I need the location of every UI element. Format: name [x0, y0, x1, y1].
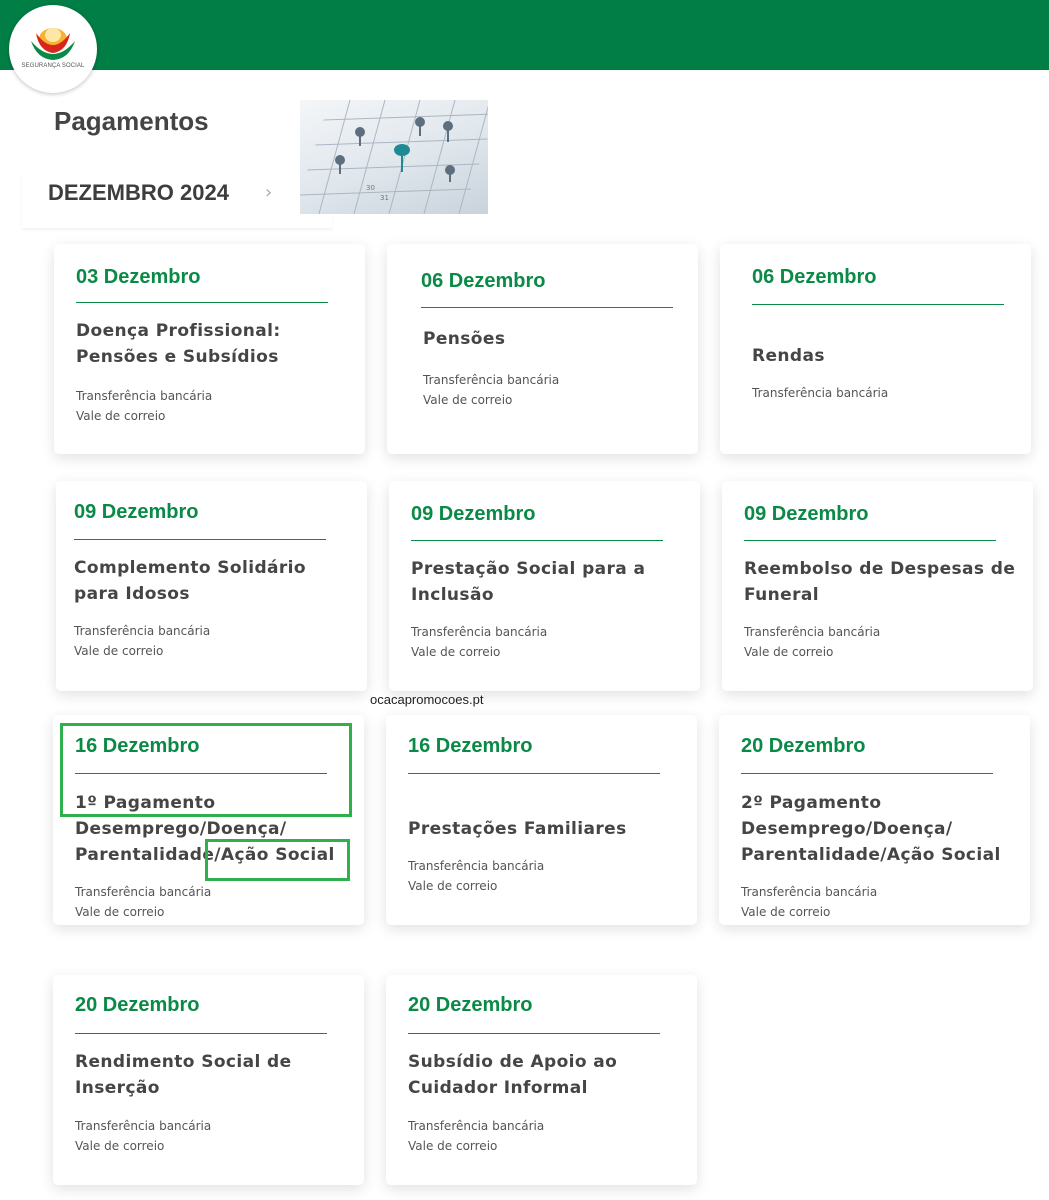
logo-emblem-icon	[31, 28, 75, 60]
payment-card[interactable]: 20 Dezembro 2º Pagamento Desemprego/Doen…	[719, 715, 1030, 925]
card-title: Pensões	[423, 329, 506, 349]
payment-method: Transferência bancária	[76, 389, 213, 403]
seguranca-social-logo[interactable]: SEGURANÇA SOCIAL	[9, 5, 97, 93]
card-title: Doença Profissional: Pensões e Subsídios	[76, 321, 281, 367]
card-divider	[76, 302, 328, 303]
card-title: 2º Pagamento Desemprego/Doença/ Parental…	[741, 793, 1001, 865]
calendar-pins-image: 30 31	[300, 100, 488, 214]
card-date: 03 Dezembro	[76, 266, 201, 288]
payment-card[interactable]: 06 Dezembro Pensões Transferência bancár…	[387, 244, 698, 454]
payment-method: Vale de correio	[423, 393, 513, 407]
highlight-box	[205, 839, 350, 881]
watermark-text: ocacapromocoes.pt	[370, 692, 484, 707]
calendar-pins-icon: 30 31	[300, 100, 488, 214]
card-title: Prestações Familiares	[408, 819, 627, 839]
payment-method: Vale de correio	[741, 905, 831, 919]
payment-method: Transferência bancária	[741, 885, 878, 899]
payment-methods: Transferência bancária Vale de correio	[74, 621, 210, 661]
top-bar	[0, 0, 1049, 70]
card-date: 20 Dezembro	[408, 994, 533, 1016]
month-label: DEZEMBRO 2024	[48, 180, 229, 205]
card-date: 06 Dezembro	[421, 270, 546, 292]
card-divider	[74, 539, 326, 540]
payment-methods: Transferência bancária Vale de correio	[741, 882, 877, 922]
month-selector[interactable]: DEZEMBRO 2024 ›	[22, 172, 332, 228]
payment-methods: Transferência bancária Vale de correio	[408, 856, 544, 896]
card-date: 09 Dezembro	[411, 503, 536, 525]
card-divider	[411, 540, 663, 541]
card-divider	[408, 1033, 660, 1034]
payment-methods: Transferência bancária Vale de correio	[76, 386, 212, 426]
payment-method: Vale de correio	[408, 1139, 498, 1153]
card-date: 20 Dezembro	[75, 994, 200, 1016]
payment-method: Vale de correio	[411, 645, 501, 659]
card-divider	[421, 307, 673, 308]
card-divider	[744, 540, 996, 541]
payment-methods: Transferência bancária Vale de correio	[423, 370, 559, 410]
payment-card[interactable]: 03 Dezembro Doença Profissional: Pensões…	[54, 244, 365, 454]
payment-method: Transferência bancária	[75, 1119, 212, 1133]
payment-card[interactable]: 16 Dezembro Prestações Familiares Transf…	[386, 715, 697, 925]
payment-methods: Transferência bancária Vale de correio	[408, 1116, 544, 1156]
payment-method: Vale de correio	[408, 879, 498, 893]
card-divider	[75, 1033, 327, 1034]
payment-method: Vale de correio	[74, 644, 164, 658]
payment-method: Transferência bancária	[752, 386, 889, 400]
card-date: 20 Dezembro	[741, 735, 866, 757]
card-divider	[408, 773, 660, 774]
payment-method: Vale de correio	[75, 905, 165, 919]
payment-card[interactable]: 06 Dezembro Rendas Transferência bancári…	[720, 244, 1031, 454]
card-date: 06 Dezembro	[752, 266, 877, 288]
card-date: 09 Dezembro	[744, 503, 869, 525]
payment-method: Transferência bancária	[423, 373, 560, 387]
payment-method: Transferência bancária	[74, 624, 211, 638]
payment-method: Transferência bancária	[75, 885, 212, 899]
logo-text: SEGURANÇA SOCIAL	[21, 63, 85, 69]
payment-method: Vale de correio	[76, 409, 166, 423]
payment-methods: Transferência bancária Vale de correio	[75, 882, 211, 922]
page-title: Pagamentos	[54, 106, 209, 136]
svg-text:30: 30	[366, 184, 375, 192]
payment-method: Transferência bancária	[408, 1119, 545, 1133]
payment-methods: Transferência bancária Vale de correio	[744, 622, 880, 662]
payment-method: Vale de correio	[75, 1139, 165, 1153]
card-title: Rendas	[752, 346, 825, 366]
payment-methods: Transferência bancária	[752, 383, 888, 403]
card-title: Reembolso de Despesas de Funeral	[744, 559, 1016, 605]
card-title: Rendimento Social de Inserção	[75, 1052, 292, 1098]
card-title: Prestação Social para a Inclusão	[411, 559, 646, 605]
payment-card[interactable]: 09 Dezembro Complemento Solidário para I…	[56, 481, 367, 691]
payment-card[interactable]: 09 Dezembro Prestação Social para a Incl…	[389, 481, 700, 691]
payment-method: Vale de correio	[744, 645, 834, 659]
payment-method: Transferência bancária	[408, 859, 545, 873]
payment-method: Transferência bancária	[411, 625, 548, 639]
svg-text:31: 31	[380, 194, 389, 202]
payment-methods: Transferência bancária Vale de correio	[411, 622, 547, 662]
card-divider	[752, 304, 1004, 305]
payment-method: Transferência bancária	[744, 625, 881, 639]
card-divider	[741, 773, 993, 774]
payment-card[interactable]: 20 Dezembro Subsídio de Apoio ao Cuidado…	[386, 975, 697, 1185]
payment-card[interactable]: 20 Dezembro Rendimento Social de Inserçã…	[53, 975, 364, 1185]
payment-card[interactable]: 09 Dezembro Reembolso de Despesas de Fun…	[722, 481, 1033, 691]
card-title: Subsídio de Apoio ao Cuidador Informal	[408, 1052, 618, 1098]
card-title: Complemento Solidário para Idosos	[74, 558, 306, 604]
card-date: 09 Dezembro	[74, 501, 199, 523]
card-date: 16 Dezembro	[408, 735, 533, 757]
chevron-right-icon[interactable]: ›	[265, 182, 272, 203]
payment-methods: Transferência bancária Vale de correio	[75, 1116, 211, 1156]
highlight-box	[60, 723, 352, 817]
